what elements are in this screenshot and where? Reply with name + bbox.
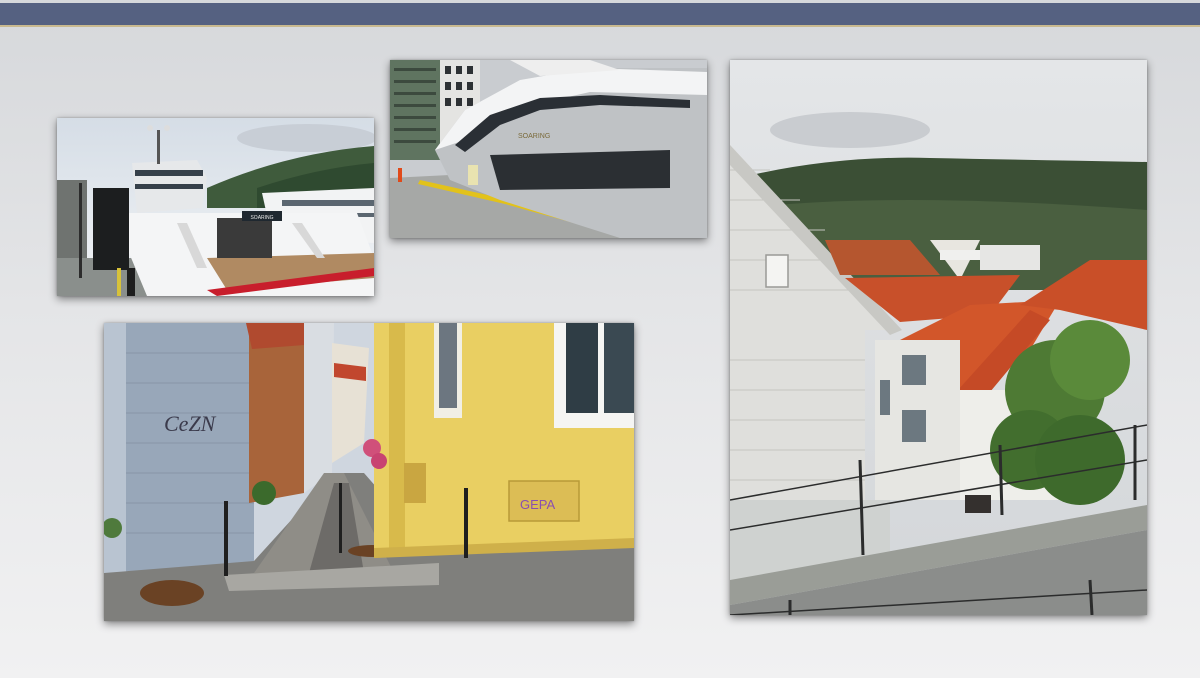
box-graffiti: GEPA	[520, 497, 555, 512]
yacht-stern-photo: SOARING	[57, 118, 374, 296]
slide-header-bar	[0, 3, 1200, 27]
wall-graffiti: CeZN	[164, 411, 217, 436]
alley-image: CeZN GEPA	[104, 323, 634, 621]
yacht-name-label: SOARING	[250, 215, 273, 221]
rooftops-photo	[730, 60, 1147, 615]
yacht-bow-photo: SOARING	[390, 60, 707, 238]
rooftops-image	[730, 60, 1147, 615]
yacht-stern-image: SOARING	[57, 118, 374, 296]
yacht-bow-image: SOARING	[390, 60, 707, 238]
yacht-name-label-2: SOARING	[518, 133, 550, 140]
alley-photo: CeZN GEPA	[104, 323, 634, 621]
